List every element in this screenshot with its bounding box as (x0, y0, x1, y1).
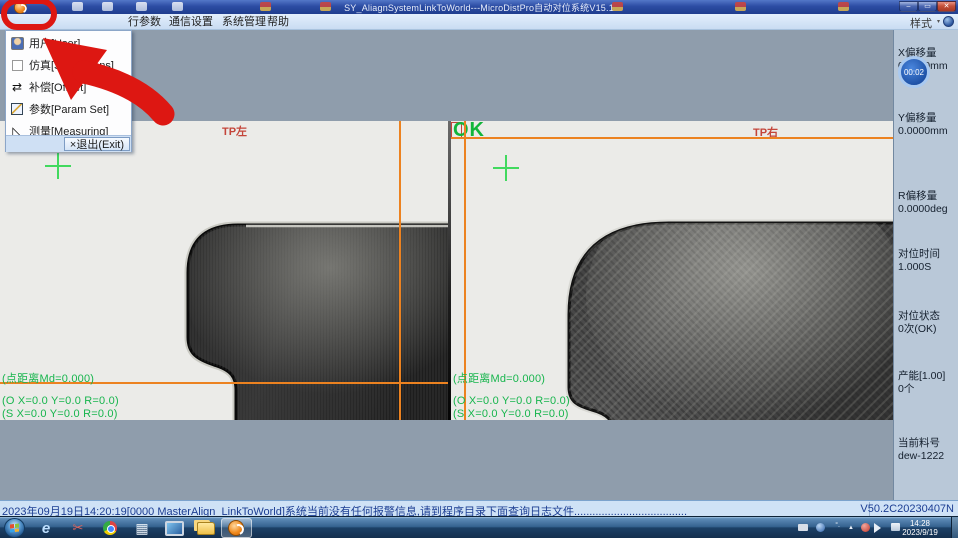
metric-r-offset: R偏移量 0.0000deg (898, 190, 958, 216)
titlebar-fragment-icon (320, 2, 331, 11)
maximize-button[interactable]: ▭ (918, 1, 937, 12)
crosshair-icon (505, 155, 507, 181)
menu-item-run-params[interactable]: 行参数 (125, 15, 164, 29)
titlebar-fragment-icon (136, 2, 147, 11)
menu-item-simulations[interactable]: 仿真[Simulations] (6, 55, 131, 75)
taskbar-chrome-icon[interactable] (98, 519, 122, 537)
metric-align-time: 对位时间 1.000S (898, 248, 958, 274)
titlebar-fragment-icon (102, 2, 113, 11)
main-dropdown-menu: 用户[User] 仿真[Simulations] ⇄ 补偿[Offset] 参数… (5, 30, 132, 152)
clock-date: 2023/9/19 (898, 528, 942, 537)
taskbar-calculator-icon[interactable]: ▦ (130, 519, 154, 537)
style-selector-label[interactable]: 样式 (910, 15, 932, 31)
taskbar: e ✂ ▦ °. ▲ (0, 516, 958, 538)
start-button[interactable] (4, 518, 25, 538)
camera-view-left: TP左 (点距离Md=0.000) (O X=0.0 Y=0.0 R=0.0) … (0, 121, 448, 420)
recording-timer-badge: 00:02 (898, 56, 930, 88)
windows-flag-icon (10, 524, 19, 533)
sidebar-metrics-panel: X偏移量 0.0000mm Y偏移量 0.0000mm R偏移量 0.0000d… (893, 30, 958, 500)
tray-status-icon[interactable]: °. (835, 522, 840, 529)
metric-capacity: 产能[1.00] 0个 (898, 370, 958, 396)
taskbar-monitor-icon[interactable] (162, 519, 186, 537)
menu-item-user[interactable]: 用户[User] (6, 33, 131, 53)
menu-item-system-mgmt[interactable]: 系统管理 (219, 15, 269, 29)
menu-item-param-set[interactable]: 参数[Param Set] (6, 99, 131, 119)
dropdown-footer: ×退出(Exit) (6, 135, 131, 152)
crosshair-icon (57, 153, 59, 179)
readout-distance: (点距离Md=0.000) (2, 370, 94, 386)
tray-volume-icon[interactable] (874, 523, 886, 533)
metric-y-offset: Y偏移量 0.0000mm (898, 112, 958, 138)
titlebar-fragment-icon (260, 2, 271, 11)
version-label: V50.2C20230407N (860, 503, 954, 515)
alignment-line-vertical (399, 121, 401, 420)
chevron-down-icon[interactable]: ▾ (937, 18, 940, 25)
app-logo-icon (14, 1, 27, 14)
menu-item-help[interactable]: 帮助 (264, 15, 292, 29)
titlebar-fragment-icon (72, 2, 83, 11)
app-window: SY_AliagnSystemLinkToWorld---MicroDistPr… (0, 0, 958, 538)
readout-offset-o: (O X=0.0 Y=0.0 R=0.0) (453, 395, 570, 407)
help-round-icon[interactable] (943, 16, 954, 27)
minimize-button[interactable]: – (899, 1, 918, 12)
readout-distance: (点距离Md=0.000) (453, 370, 545, 386)
taskbar-microdistpro-icon[interactable] (224, 519, 248, 537)
titlebar-fragment-icon (838, 2, 849, 11)
readout-offset-s: (S X=0.0 Y=0.0 R=0.0) (453, 408, 569, 420)
readout-offset-s: (S X=0.0 Y=0.0 R=0.0) (2, 408, 118, 420)
alignment-line-horizontal (451, 137, 893, 139)
taskbar-snipping-tool-icon[interactable]: ✂ (66, 519, 90, 537)
show-desktop-button[interactable] (951, 517, 958, 538)
clock-time: 14:28 (898, 519, 942, 528)
menu-bar: 行参数 通信设置 系统管理 帮助 样式 ▾ (0, 14, 958, 30)
status-bar: 2023年09月19日14:20:19[0000 MasterAlign_Lin… (0, 500, 958, 516)
camera-view-right: OK TP右 (点距离Md=0.000) (O X=0.0 Y=0.0 R=0.… (451, 121, 893, 420)
disk-grid-icon (10, 102, 24, 116)
metric-align-status: 对位状态 0次(OK) (898, 310, 958, 336)
title-bar: SY_AliagnSystemLinkToWorld---MicroDistPr… (0, 0, 958, 14)
tray-red-icon[interactable] (861, 523, 870, 532)
readout-offset-o: (O X=0.0 Y=0.0 R=0.0) (2, 395, 119, 407)
box-icon (10, 58, 24, 72)
titlebar-fragment-icon (735, 2, 746, 11)
exit-button[interactable]: ×退出(Exit) (64, 137, 130, 151)
view-title-left: TP左 (222, 123, 247, 139)
close-button[interactable]: ✕ (937, 1, 956, 12)
swap-arrows-icon: ⇄ (10, 80, 24, 94)
menu-item-offset[interactable]: ⇄ 补偿[Offset] (6, 77, 131, 97)
titlebar-fragment-icon (612, 2, 623, 11)
taskbar-clock[interactable]: 14:28 2023/9/19 (898, 519, 942, 537)
user-icon (10, 36, 24, 50)
titlebar-fragment-icon (172, 2, 183, 11)
menu-item-comm-settings[interactable]: 通信设置 (166, 15, 216, 29)
tray-show-hidden-icons[interactable]: ▲ (848, 525, 854, 531)
tray-app-icon[interactable] (816, 523, 825, 532)
taskbar-folder-icon[interactable] (194, 519, 218, 537)
taskbar-ie-icon[interactable]: e (34, 519, 58, 537)
metric-current-part: 当前料号 dew-1222 (898, 437, 958, 463)
tray-keyboard-icon[interactable] (798, 524, 808, 531)
